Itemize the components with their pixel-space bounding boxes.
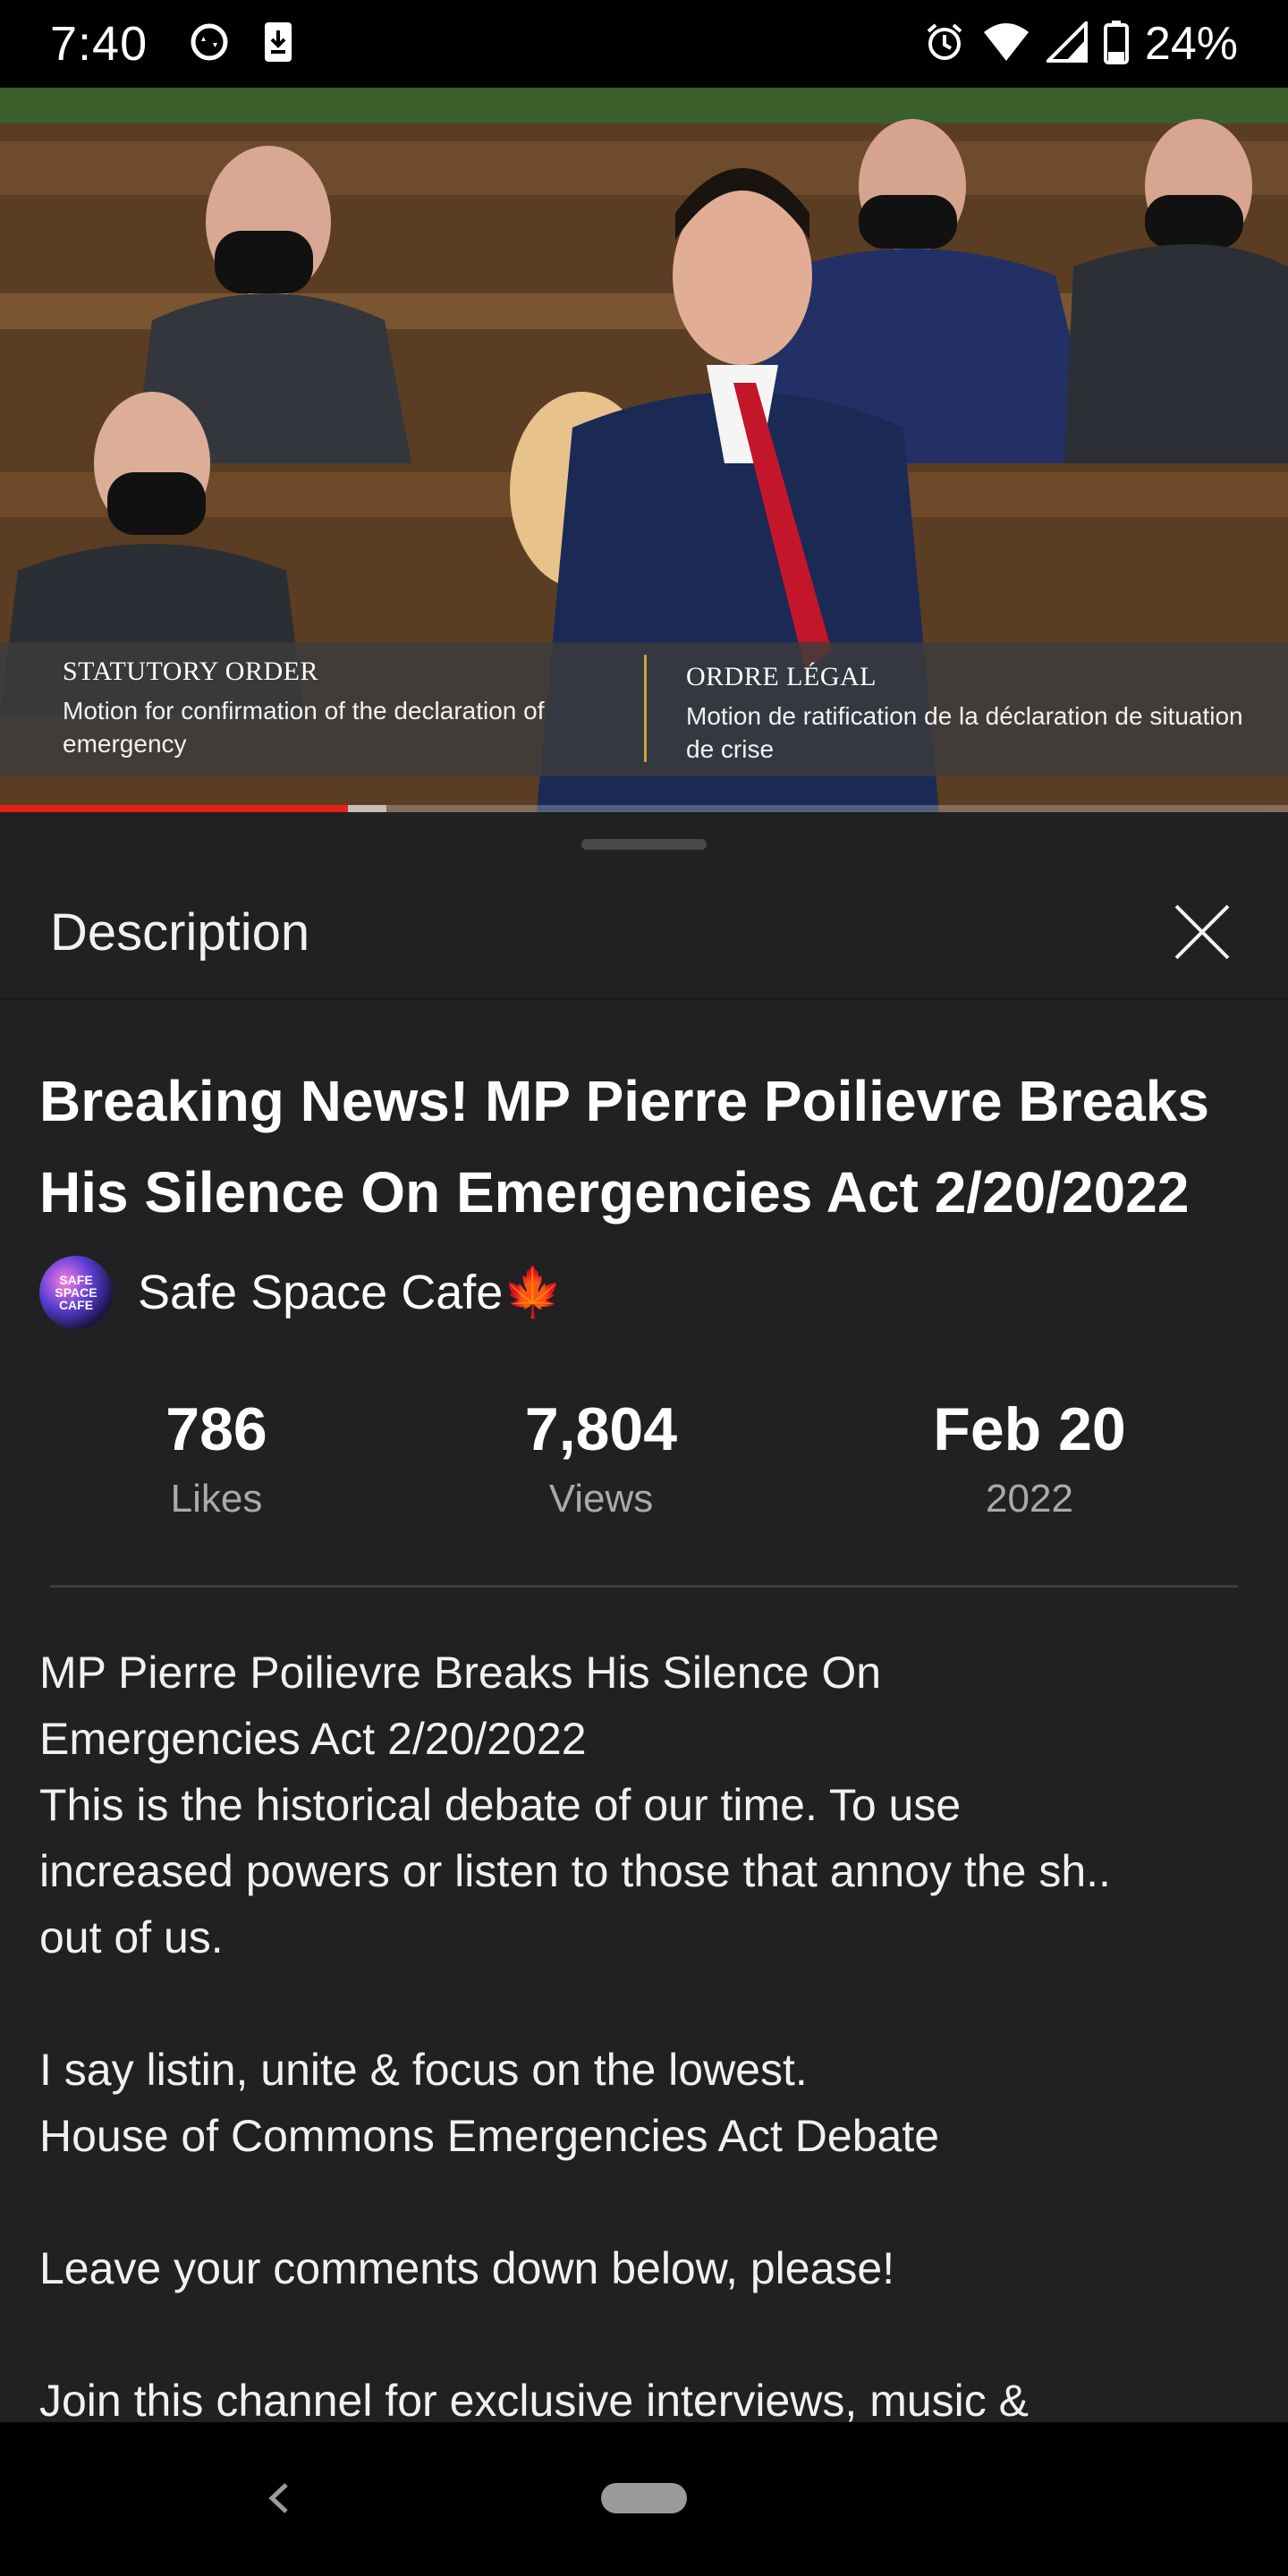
description-text: MP Pierre Poilievre Breaks His Silence O… xyxy=(39,1648,1111,2426)
progress-played xyxy=(0,805,348,812)
stat-date: Feb 20 2022 xyxy=(869,1394,1191,1524)
caption-french: ORDRE LÉGAL Motion de ratification de la… xyxy=(644,655,1288,763)
status-bar: 7:40 24% xyxy=(0,0,1288,88)
back-button[interactable] xyxy=(259,2467,295,2529)
progress-bar[interactable] xyxy=(0,805,1288,812)
views-count: 7,804 xyxy=(524,1395,678,1463)
channel-row[interactable]: SAFE SPACE CAFE Safe Space Cafe🍁 xyxy=(39,1256,564,1329)
publish-year: 2022 xyxy=(986,1477,1073,1521)
caption-bar: STATUTORY ORDER Motion for confirmation … xyxy=(0,642,1288,776)
caption-right-heading: ORDRE LÉGAL xyxy=(686,662,877,691)
screen: 7:40 24% STATUTORY ORDER Motion for conf… xyxy=(0,0,1288,2576)
home-pill-icon[interactable] xyxy=(601,2483,687,2513)
navigation-bar xyxy=(0,2422,1288,2576)
status-time: 7:40 xyxy=(50,17,148,71)
channel-name[interactable]: Safe Space Cafe🍁 xyxy=(138,1265,564,1321)
likes-label: Likes xyxy=(170,1477,263,1521)
signal-icon xyxy=(1044,18,1088,67)
stat-views: 7,804 Views xyxy=(440,1394,762,1524)
caption-right-body: Motion de ratification de la déclaration… xyxy=(686,702,1243,763)
sync-icon xyxy=(187,20,232,69)
wifi-icon xyxy=(982,21,1030,67)
close-button[interactable] xyxy=(1166,896,1238,968)
sheet-header: Description xyxy=(0,866,1288,1000)
back-icon xyxy=(268,2483,288,2513)
stats-row: 786 Likes 7,804 Views Feb 20 2022 xyxy=(0,1394,1288,1528)
description-sheet: Description Breaking News! MP Pierre Poi… xyxy=(0,812,1288,2426)
caption-english: STATUTORY ORDER Motion for confirmation … xyxy=(0,649,644,760)
close-icon xyxy=(1174,904,1230,960)
drag-handle[interactable] xyxy=(581,839,707,850)
battery-icon xyxy=(1103,20,1129,69)
alarm-icon xyxy=(923,21,966,68)
download-icon xyxy=(262,20,294,69)
publish-date: Feb 20 xyxy=(933,1395,1126,1463)
caption-left-heading: STATUTORY ORDER xyxy=(63,657,318,686)
video-title: Breaking News! MP Pierre Poilievre Break… xyxy=(39,1069,1209,1224)
views-label: Views xyxy=(548,1477,654,1521)
caption-left-body: Motion for confirmation of the declarati… xyxy=(63,697,545,758)
sheet-title: Description xyxy=(50,902,310,962)
stat-likes: 786 Likes xyxy=(55,1394,377,1524)
divider xyxy=(50,1585,1238,1588)
battery-percent: 24% xyxy=(1144,18,1238,70)
video-player[interactable]: STATUTORY ORDER Motion for confirmation … xyxy=(0,88,1288,812)
likes-count: 786 xyxy=(165,1395,267,1463)
channel-avatar[interactable]: SAFE SPACE CAFE xyxy=(39,1256,113,1329)
